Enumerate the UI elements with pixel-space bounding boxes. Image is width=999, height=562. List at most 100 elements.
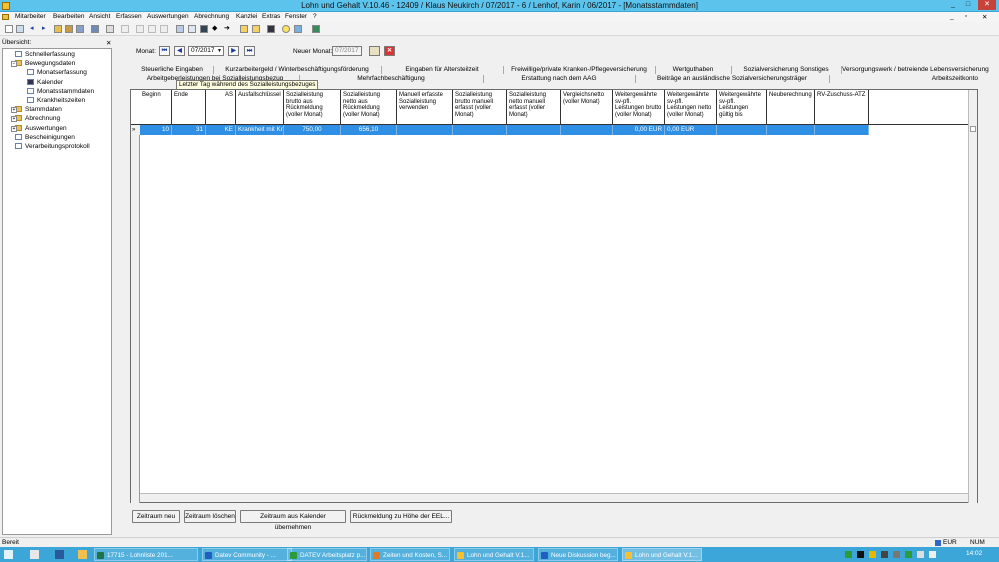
tray-icon[interactable] <box>881 551 888 558</box>
document-icon[interactable] <box>2 14 9 20</box>
taskbar-item-lohnliste[interactable]: 17715 - Lohnliste 201... <box>94 548 198 561</box>
folder-icon[interactable] <box>54 25 62 33</box>
table-icon[interactable] <box>176 25 184 33</box>
cut-icon[interactable] <box>136 25 144 33</box>
column-header[interactable]: Sozialleistung netto manuell erfasst (vo… <box>507 90 561 125</box>
menu-fenster[interactable]: Fenster <box>285 13 307 20</box>
table-cell[interactable] <box>767 125 815 135</box>
column-header[interactable]: Beginn <box>140 90 172 125</box>
tree-item[interactable]: + Auswertungen <box>11 124 67 134</box>
menu-erfassen[interactable]: Erfassen <box>116 13 142 20</box>
column-header[interactable]: Sozialleistung brutto aus Rückmeldung (v… <box>284 90 341 125</box>
folder-arrow-icon[interactable] <box>252 25 260 33</box>
cancel-icon[interactable]: ✕ <box>384 46 395 56</box>
save-icon[interactable] <box>76 25 84 33</box>
column-header[interactable]: Vergleichsnetto (voller Monat) <box>561 90 613 125</box>
menu-mitarbeiter[interactable]: Mitarbeiter <box>15 13 46 20</box>
taskbar-item-lohn-2[interactable]: Lohn und Gehalt V.1... <box>622 548 702 561</box>
clock[interactable]: 14:02 <box>966 550 982 557</box>
tab-auslaendische-sv[interactable]: Beiträge an ausländische Sozialversicher… <box>636 74 828 84</box>
print-icon[interactable] <box>91 25 99 33</box>
tray-icon[interactable] <box>857 551 864 558</box>
menu-help[interactable]: ? <box>313 13 317 20</box>
calendar-picker-icon[interactable] <box>369 46 380 56</box>
data-grid[interactable]: Beginn Ende AS Ausfallschlüssel Sozialleistu… <box>130 89 978 503</box>
tree-item[interactable]: Monatsstammdaten <box>27 87 94 97</box>
help-cursor-icon[interactable] <box>267 25 275 33</box>
taskbar-item-diskussion[interactable]: Neue Diskussion beg... <box>538 548 618 561</box>
expand-icon[interactable]: + <box>11 116 17 123</box>
tree-item[interactable]: − Bewegungsdaten <box>11 60 75 69</box>
copy-icon[interactable] <box>148 25 156 33</box>
start-icon[interactable] <box>4 550 13 559</box>
calendar-icon[interactable] <box>200 25 208 33</box>
close-button[interactable]: ✕ <box>978 0 996 10</box>
mdi-minimize-button[interactable]: _ <box>950 13 954 20</box>
expand-icon[interactable]: + <box>11 125 17 132</box>
arrow-left-icon[interactable]: ◂ <box>30 25 38 33</box>
column-header[interactable]: RV-Zuschuss-ATZ <box>815 90 869 125</box>
new-month-field[interactable]: 07/2017 <box>332 46 362 56</box>
chevron-down-icon[interactable]: ▼ <box>217 47 222 55</box>
tray-icon[interactable] <box>845 551 852 558</box>
lightbulb-icon[interactable] <box>282 25 290 33</box>
table-cell[interactable] <box>507 125 561 135</box>
cabinet-icon[interactable] <box>65 25 73 33</box>
taskbar-item-zeiten[interactable]: Zeiten und Kosten, S... <box>370 548 450 561</box>
undo-icon[interactable] <box>121 25 129 33</box>
column-header[interactable]: Ende <box>172 90 206 125</box>
prev-month-button[interactable]: ◀ <box>174 46 185 56</box>
tray-icon[interactable] <box>869 551 876 558</box>
mdi-close-button[interactable]: ✕ <box>982 13 987 21</box>
table-cell[interactable]: 750,00 <box>284 125 341 135</box>
back-icon[interactable]: ◆ <box>212 25 220 33</box>
list-icon[interactable] <box>188 25 196 33</box>
rueckmeldung-eel-button[interactable]: Rückmeldung zu Höhe der EEL... <box>350 510 452 523</box>
taskbar-item-community[interactable]: Datev Community - ... <box>202 548 292 561</box>
paste-icon[interactable] <box>160 25 168 33</box>
table-cell[interactable] <box>397 125 453 135</box>
column-header[interactable]: Weitergewährte sv-pfl. Leistungen netto … <box>665 90 717 125</box>
table-cell[interactable]: 10 <box>140 125 172 135</box>
tree-item[interactable]: Kalender <box>27 78 63 88</box>
zeitraum-loeschen-button[interactable]: Zeitraum löschen <box>184 510 236 523</box>
preview-icon[interactable] <box>106 25 114 33</box>
open-icon[interactable] <box>16 25 24 33</box>
tree-item[interactable]: Bescheinigungen <box>15 133 75 143</box>
month-select[interactable]: 07/2017 ▼ <box>188 46 224 56</box>
tree-item[interactable]: Krankheitszeiten <box>27 97 85 106</box>
column-header[interactable]: Sozialleistung netto aus Rückmeldung (vo… <box>341 90 397 125</box>
menu-ansicht[interactable]: Ansicht <box>89 13 110 20</box>
table-cell[interactable]: KE <box>206 125 236 135</box>
tree-item[interactable]: + Abrechnung <box>11 115 60 124</box>
menu-extras[interactable]: Extras <box>262 13 280 20</box>
tab-mehrfachbeschaeftigung[interactable]: Mehrfachbeschäftigung <box>300 74 482 84</box>
powershell-icon[interactable] <box>55 550 64 559</box>
column-header[interactable]: Neuberechnung <box>767 90 815 125</box>
tray-icon[interactable] <box>893 551 900 558</box>
table-cell[interactable]: 0,00 EUR <box>613 125 665 135</box>
scroll-up-icon[interactable] <box>970 126 976 132</box>
table-cell[interactable] <box>717 125 767 135</box>
column-header[interactable]: Ausfallschlüssel <box>236 90 284 125</box>
info-icon[interactable] <box>294 25 302 33</box>
column-header[interactable]: Weitergewährte sv-pfl. Leistungen gültig… <box>717 90 767 125</box>
column-header[interactable]: Manuell erfasste Sozialleistung verwende… <box>397 90 453 125</box>
menu-kanzlei[interactable]: Kanzlei <box>236 13 257 20</box>
last-month-button[interactable]: ⏭ <box>244 46 255 56</box>
table-cell[interactable]: Krankheit mit Krank <box>236 125 284 135</box>
network-icon[interactable] <box>917 551 924 558</box>
tree-item[interactable]: Schnellerfassung <box>15 51 75 60</box>
taskbar-item-lohn-1[interactable]: Lohn und Gehalt V.1... <box>454 548 534 561</box>
column-header[interactable]: Weitergewährte sv-pfl. Leistungen brutto… <box>613 90 665 125</box>
first-month-button[interactable]: ⏮ <box>159 46 170 56</box>
horizontal-scrollbar[interactable] <box>140 493 968 502</box>
taskbar-item-arbeitsplatz[interactable]: DATEV Arbeitsplatz p... <box>287 548 367 561</box>
expand-icon[interactable]: + <box>11 107 17 114</box>
menu-abrechnung[interactable]: Abrechnung <box>194 13 229 20</box>
tab-aag[interactable]: Erstattung nach dem AAG <box>484 74 634 84</box>
table-cell[interactable] <box>453 125 507 135</box>
new-icon[interactable] <box>5 25 13 33</box>
collapse-icon[interactable]: − <box>11 61 17 68</box>
restore-button[interactable]: □ <box>962 0 974 10</box>
